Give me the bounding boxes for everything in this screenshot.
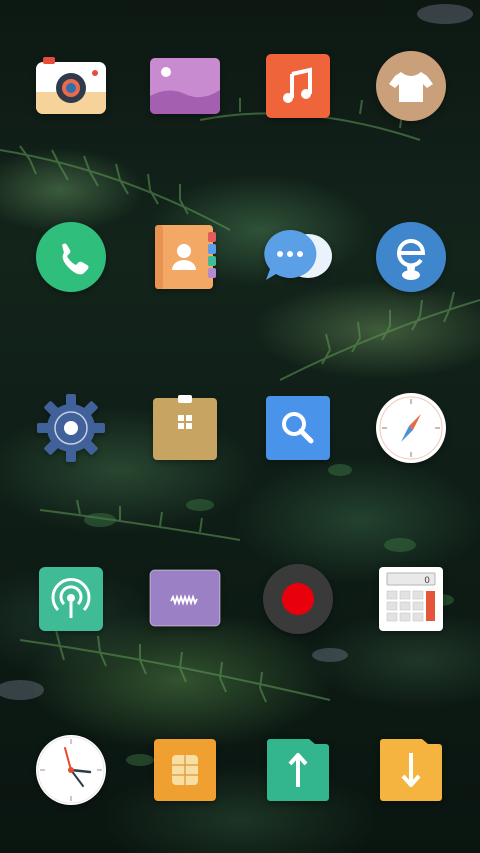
hotspot-icon (39, 567, 103, 631)
app-voice-recorder[interactable] (149, 563, 221, 635)
app-calculator[interactable]: 0 (375, 563, 447, 635)
app-theme-store[interactable] (375, 50, 447, 122)
messages-icon (264, 229, 332, 280)
settings-gear-icon (37, 394, 105, 462)
app-settings[interactable] (35, 392, 107, 464)
music-icon (266, 54, 330, 118)
camera-icon (36, 57, 106, 114)
app-grid: 0 (0, 0, 480, 853)
app-hotspot[interactable] (35, 563, 107, 635)
upload-icon (267, 739, 329, 801)
file-manager-icon (153, 395, 217, 460)
app-browser[interactable] (375, 221, 447, 293)
app-search[interactable] (262, 392, 334, 464)
app-compass[interactable] (375, 392, 447, 464)
app-screen-recorder[interactable] (262, 563, 334, 635)
screen-record-icon (263, 564, 333, 634)
app-sim-toolkit[interactable] (149, 734, 221, 806)
app-camera[interactable] (35, 50, 107, 122)
t-shirt-icon (376, 51, 446, 121)
app-music[interactable] (262, 50, 334, 122)
app-gallery[interactable] (149, 50, 221, 122)
app-contacts[interactable] (149, 221, 221, 293)
browser-icon (376, 222, 446, 292)
app-file-manager[interactable] (149, 392, 221, 464)
gallery-icon (150, 58, 220, 114)
contacts-icon (155, 225, 216, 289)
app-downloads[interactable] (375, 734, 447, 806)
compass-icon (376, 393, 446, 463)
search-icon (266, 396, 330, 460)
calculator-icon: 0 (379, 567, 443, 631)
voice-recorder-icon (149, 569, 221, 627)
clock-icon (36, 735, 106, 805)
svg-text:0: 0 (424, 576, 430, 586)
sim-card-icon (154, 739, 216, 801)
download-icon (380, 739, 442, 801)
app-phone[interactable] (35, 221, 107, 293)
app-file-transfer-up[interactable] (262, 734, 334, 806)
phone-icon (36, 222, 106, 292)
app-messages[interactable] (262, 221, 334, 293)
app-clock[interactable] (35, 734, 107, 806)
